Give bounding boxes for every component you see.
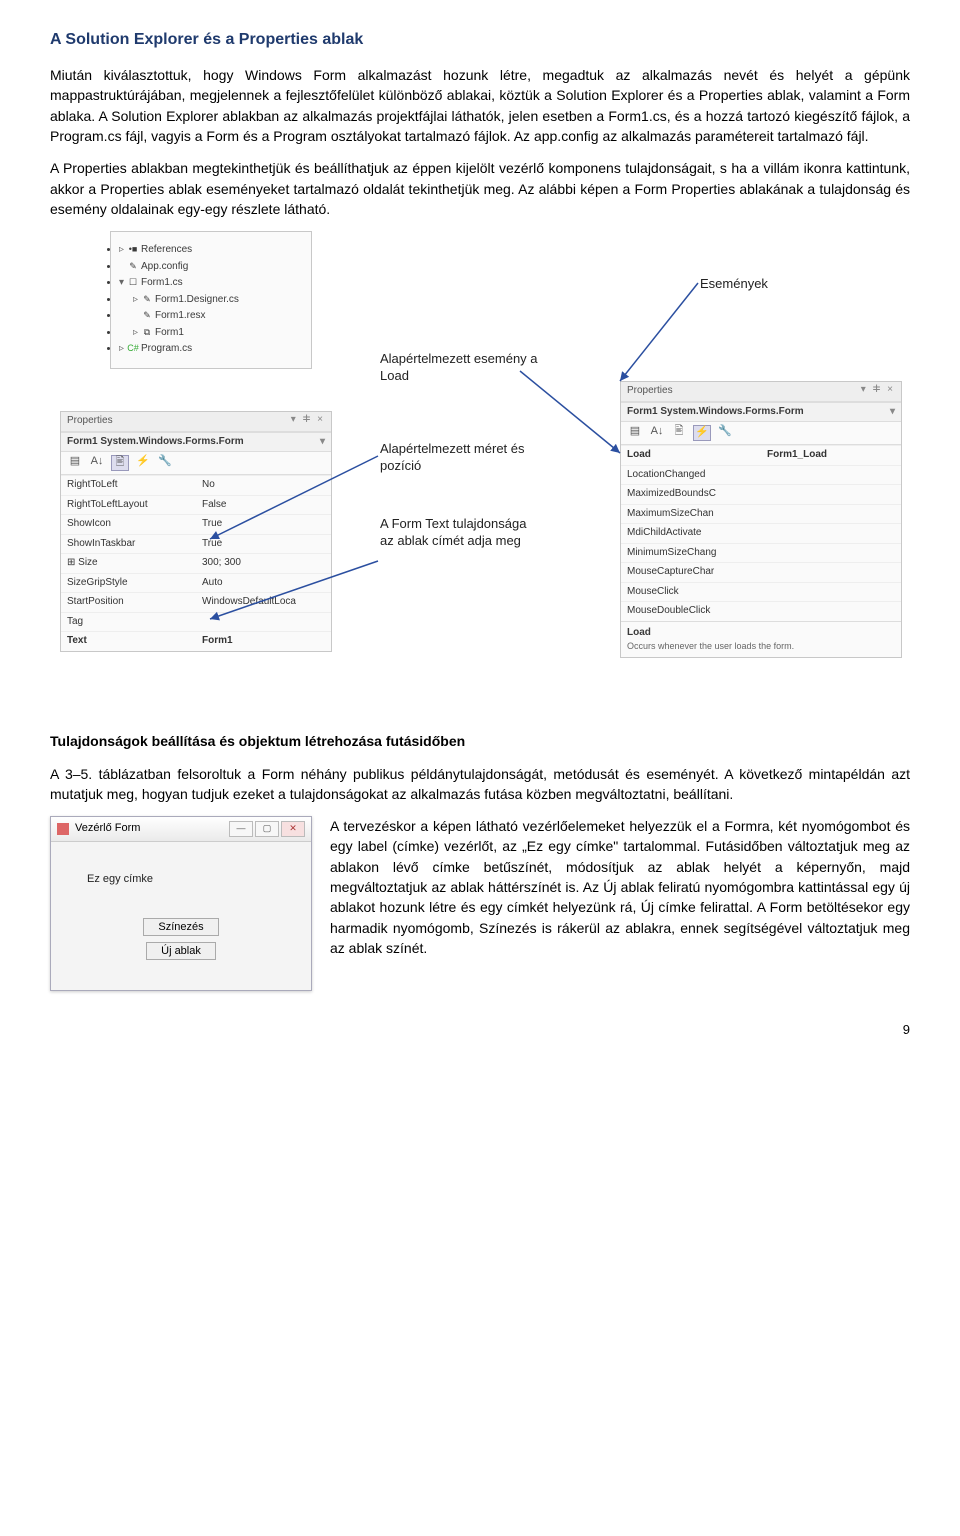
panel-header: Properties ▾ ⵐ × xyxy=(61,412,331,432)
tree-item-label[interactable]: Form1.Designer.cs xyxy=(155,294,239,305)
tree-item-label[interactable]: Program.cs xyxy=(141,343,192,354)
expand-icon[interactable]: ▹ xyxy=(119,342,127,357)
annotation-text: A Form Text tulajdonsága az ablak címét … xyxy=(380,516,540,549)
resx-icon: ✎ xyxy=(141,309,153,322)
annotation-size: Alapértelmezett méret és pozíció xyxy=(380,441,540,474)
property-description: Load Occurs whenever the user loads the … xyxy=(621,621,901,658)
category-icon[interactable]: ▤ xyxy=(67,455,83,469)
window-icon xyxy=(57,823,69,835)
expand-icon[interactable]: ▾ xyxy=(119,276,127,291)
paragraph-1: Miután kiválasztottuk, hogy Windows Form… xyxy=(50,65,910,146)
az-sort-icon[interactable]: A↓ xyxy=(89,455,105,469)
wrench-icon[interactable]: 🔧 xyxy=(717,425,733,439)
annotation-load: Alapértelmezett esemény a Load xyxy=(380,351,540,384)
csharp-icon: C# xyxy=(127,342,139,355)
tree-item-label[interactable]: Form1.cs xyxy=(141,277,183,288)
tree-item-label[interactable]: App.config xyxy=(141,261,188,272)
paragraph-4: A tervezéskor a képen látható vezérlőele… xyxy=(330,816,910,958)
expand-icon[interactable]: ▹ xyxy=(119,243,127,258)
sample-label: Ez egy címke xyxy=(51,872,311,888)
sample-form-window: Vezérlő Form — ▢ ✕ Ez egy címke Színezés… xyxy=(50,816,312,991)
panel-pins[interactable]: ▾ ⵐ × xyxy=(861,383,895,398)
page-number: 9 xyxy=(50,1021,910,1040)
properties-icon[interactable]: 🖹 xyxy=(111,455,129,471)
props-toolbar[interactable]: ▤ A↓ 🖹 ⚡ 🔧 xyxy=(621,422,901,445)
property-grid-right[interactable]: LoadForm1_Load LocationChanged Maximized… xyxy=(621,445,901,621)
config-icon: ✎ xyxy=(127,260,139,273)
selected-object[interactable]: Form1 System.Windows.Forms.Form▾ xyxy=(621,402,901,423)
properties-icon[interactable]: 🖹 xyxy=(671,425,687,439)
paragraph-3: A 3–5. táblázatban felsoroltuk a Form né… xyxy=(50,764,910,805)
tree-item-label[interactable]: References xyxy=(141,244,192,255)
references-icon: •■ xyxy=(127,243,139,256)
panel-pins[interactable]: ▾ ⵐ × xyxy=(291,413,325,428)
expand-icon[interactable]: ▹ xyxy=(133,326,141,341)
events-icon[interactable]: ⚡ xyxy=(693,425,711,441)
solution-explorer-panel: ▹•■References ✎App.config ▾☐Form1.cs ▹✎F… xyxy=(110,231,312,369)
color-button[interactable]: Színezés xyxy=(143,918,218,936)
events-icon[interactable]: ⚡ xyxy=(135,455,151,469)
property-grid-left[interactable]: RightToLeftNo RightToLeftLayoutFalse Sho… xyxy=(61,475,331,651)
subheading: Tulajdonságok beállítása és objektum lét… xyxy=(50,731,910,751)
wrench-icon[interactable]: 🔧 xyxy=(157,455,173,469)
paragraph-2: A Properties ablakban megtekinthetjük és… xyxy=(50,158,910,219)
tree-item-label[interactable]: Form1 xyxy=(155,327,184,338)
az-sort-icon[interactable]: A↓ xyxy=(649,425,665,439)
properties-panel-right: Properties ▾ ⵐ × Form1 System.Windows.Fo… xyxy=(620,381,902,658)
category-icon[interactable]: ▤ xyxy=(627,425,643,439)
annotation-events: Események xyxy=(700,276,768,292)
figure-composite: ▹•■References ✎App.config ▾☐Form1.cs ▹✎F… xyxy=(50,231,910,701)
properties-panel-left: Properties ▾ ⵐ × Form1 System.Windows.Fo… xyxy=(60,411,332,652)
tree-item-label[interactable]: Form1.resx xyxy=(155,310,206,321)
expand-icon[interactable]: ▹ xyxy=(133,293,141,308)
window-title: Vezérlő Form xyxy=(75,821,140,837)
close-button[interactable]: ✕ xyxy=(281,821,305,837)
solution-tree[interactable]: ▹•■References ✎App.config ▾☐Form1.cs ▹✎F… xyxy=(111,242,311,358)
form-icon: ☐ xyxy=(127,276,139,289)
window-titlebar[interactable]: Vezérlő Form — ▢ ✕ xyxy=(51,817,311,842)
selected-object[interactable]: Form1 System.Windows.Forms.Form▾ xyxy=(61,432,331,453)
panel-header: Properties ▾ ⵐ × xyxy=(621,382,901,402)
class-icon: ⧉ xyxy=(141,326,153,339)
new-window-button[interactable]: Új ablak xyxy=(146,942,216,960)
props-toolbar[interactable]: ▤ A↓ 🖹 ⚡ 🔧 xyxy=(61,452,331,475)
code-icon: ✎ xyxy=(141,293,153,306)
minimize-button[interactable]: — xyxy=(229,821,253,837)
maximize-button[interactable]: ▢ xyxy=(255,821,279,837)
page-title: A Solution Explorer és a Properties abla… xyxy=(50,28,910,51)
